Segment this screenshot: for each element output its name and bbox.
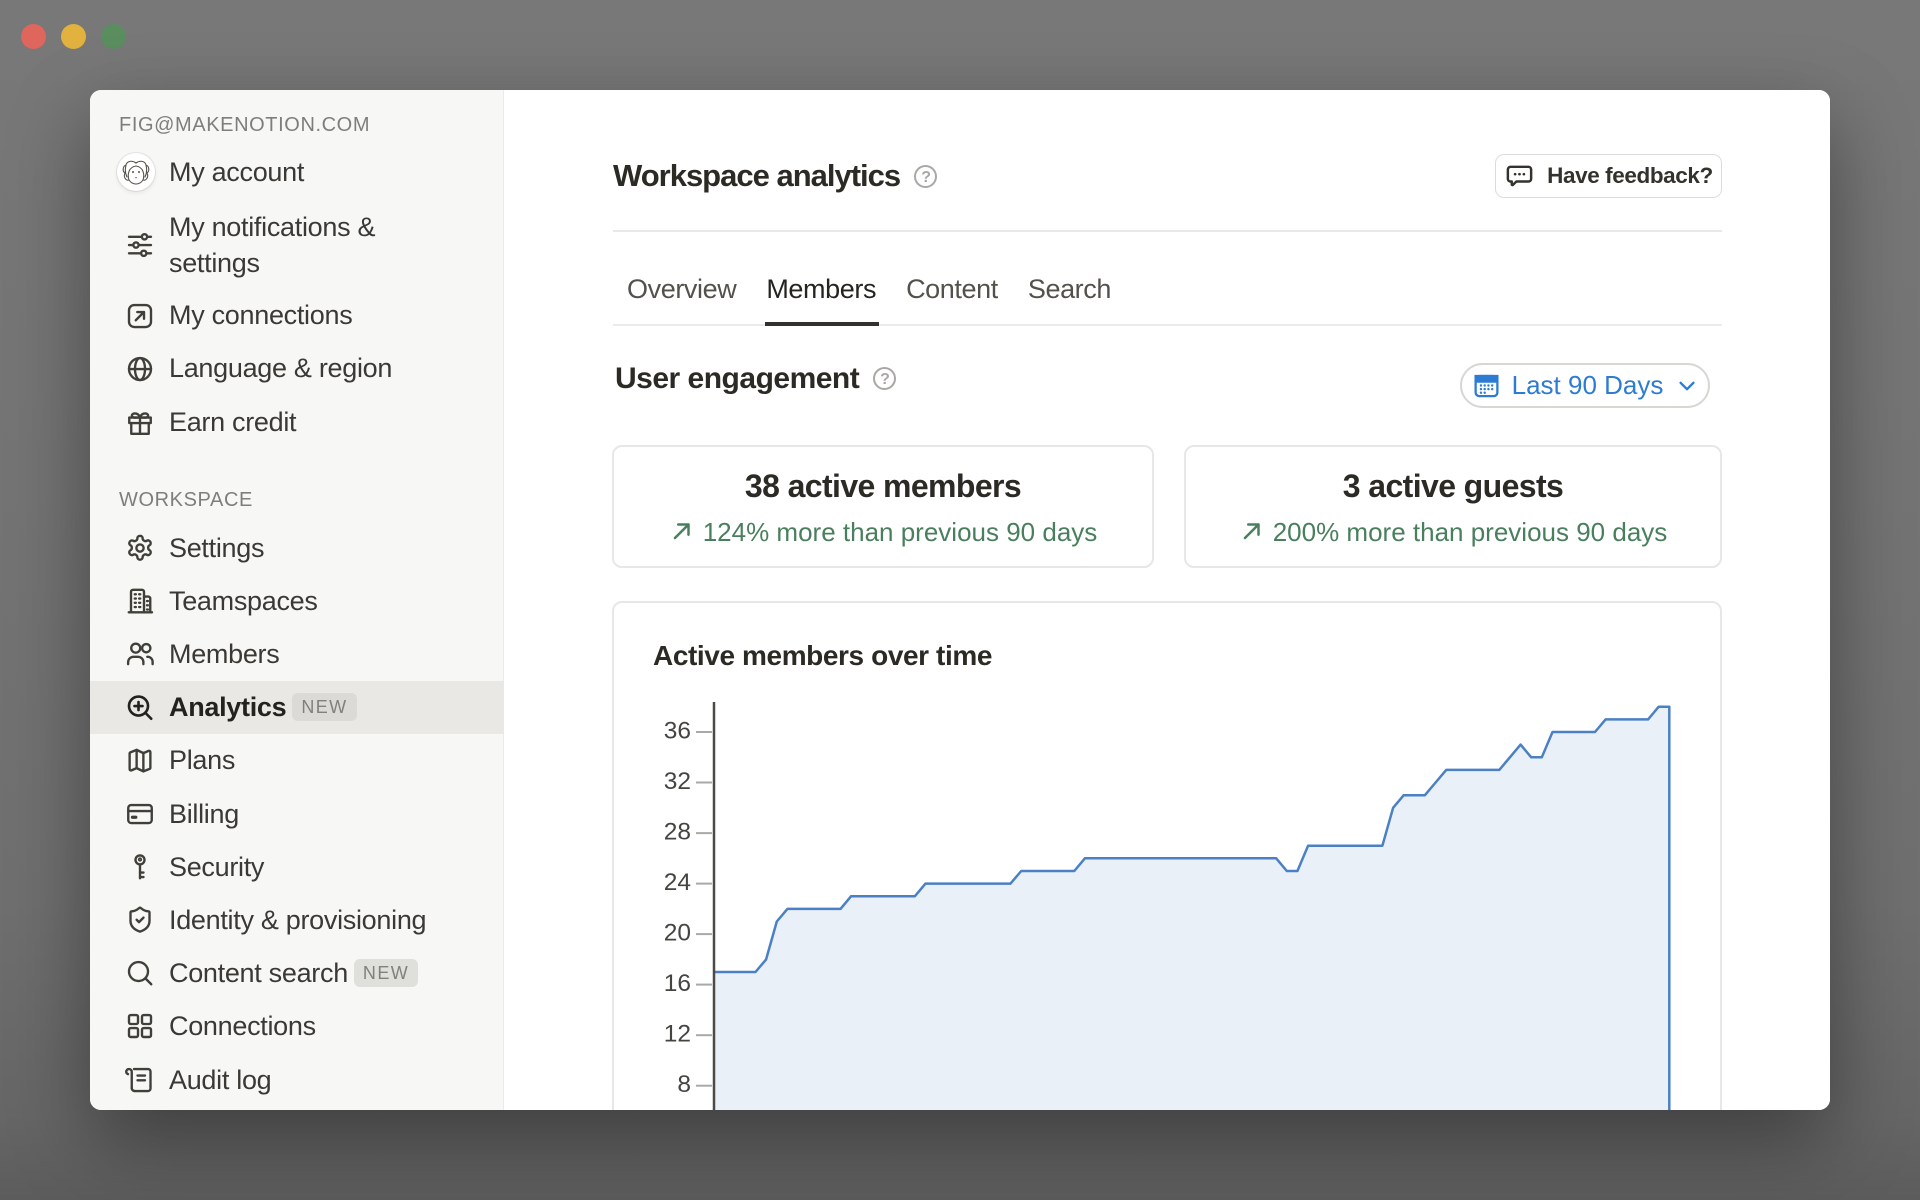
- svg-text:16: 16: [664, 970, 691, 997]
- svg-text:32: 32: [664, 768, 691, 795]
- svg-text:20: 20: [664, 920, 691, 947]
- svg-text:12: 12: [664, 1021, 691, 1048]
- svg-text:36: 36: [664, 718, 691, 745]
- svg-text:8: 8: [677, 1071, 691, 1098]
- svg-text:28: 28: [664, 819, 691, 846]
- svg-text:24: 24: [664, 869, 691, 896]
